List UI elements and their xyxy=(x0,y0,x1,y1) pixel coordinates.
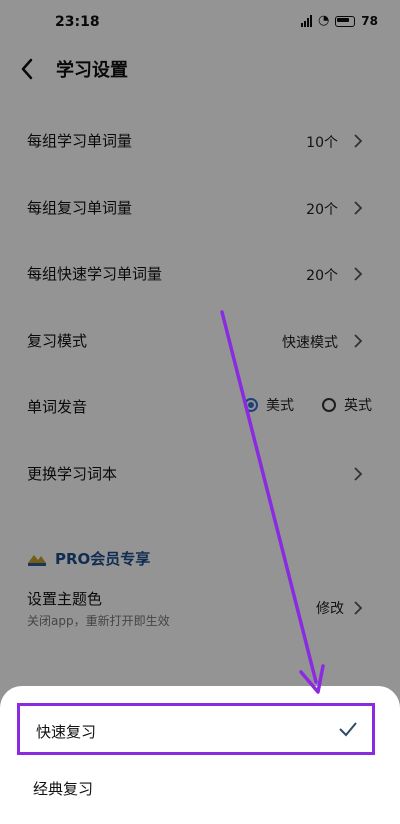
option-label: 快速复习 xyxy=(36,723,97,741)
option-label: 经典复习 xyxy=(33,780,94,798)
checkmark-icon xyxy=(339,722,357,737)
sheet-option-quick-review[interactable]: 快速复习 xyxy=(17,703,375,755)
sheet-option-classic-review[interactable]: 经典复习 xyxy=(17,763,375,815)
review-mode-bottom-sheet: 快速复习 经典复习 xyxy=(0,686,400,824)
settings-screen: 23:18 ◔ 78 学习设置 每组学习单词量 10个 每组复习单词量 20个 … xyxy=(0,0,400,824)
